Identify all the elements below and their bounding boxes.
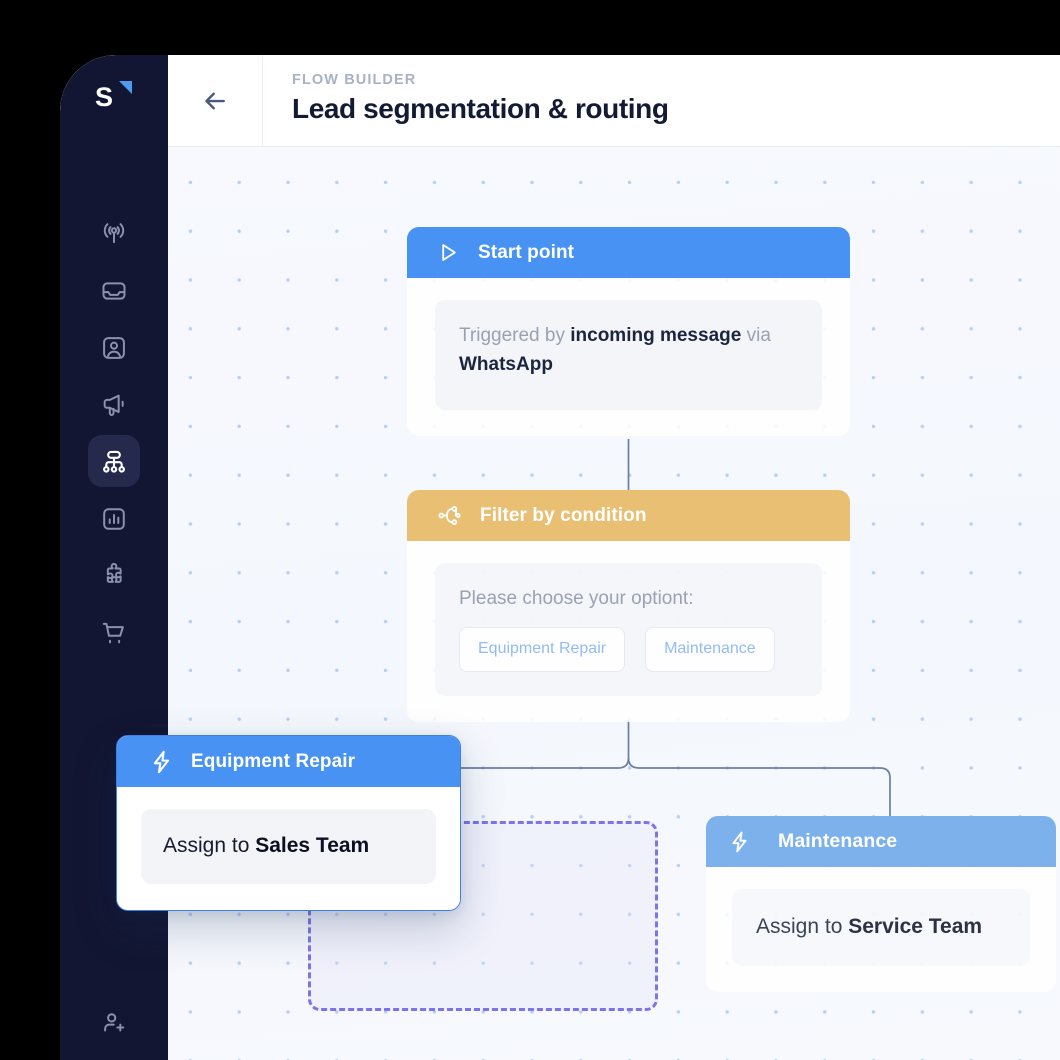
node-maintenance-header: Maintenance [706, 816, 1056, 867]
connector-filter-to-maintenance [627, 757, 891, 819]
start-text-mid: via [741, 325, 771, 346]
node-filter-title: Filter by condition [480, 504, 647, 526]
lightning-icon [732, 831, 747, 852]
contact-card-icon [103, 336, 125, 359]
node-equipment-repair-body: Assign to Sales Team [117, 787, 460, 910]
app-logo[interactable]: S [60, 55, 168, 145]
page-header: FLOW BUILDER Lead segmentation & routing [168, 55, 1060, 147]
node-equipment-repair[interactable]: Equipment Repair Assign to Sales Team [116, 735, 461, 911]
sidebar-item-analytics[interactable] [60, 490, 168, 547]
start-text-strong-2: WhatsApp [459, 354, 553, 376]
node-maintenance[interactable]: Maintenance Assign to Service Team [706, 816, 1056, 992]
sidebar-item-flow-builder[interactable] [60, 433, 168, 490]
node-filter-options: Equipment Repair Maintenance [459, 627, 798, 673]
node-equipment-repair-action: Assign to Sales Team [141, 809, 436, 884]
equipment-text-prefix: Assign to [163, 834, 256, 857]
maintenance-text-strong: Service Team [848, 915, 983, 938]
sidebar-item-campaigns[interactable] [60, 376, 168, 433]
equipment-text-strong: Sales Team [255, 834, 370, 857]
analytics-icon [103, 507, 125, 530]
inbox-icon [102, 281, 126, 300]
node-filter-prompt: Please choose your optiont: [459, 588, 694, 609]
flow-canvas[interactable]: Start point Triggered by incoming messag… [168, 147, 1060, 1060]
node-filter-body: Please choose your optiont: Equipment Re… [407, 541, 850, 723]
option-chip-equipment-repair[interactable]: Equipment Repair [459, 627, 626, 673]
sidebar-item-add-user[interactable] [60, 994, 168, 1052]
start-text-strong-1: incoming message [570, 325, 742, 346]
node-start-title: Start point [478, 241, 575, 263]
node-equipment-repair-header[interactable]: Equipment Repair [117, 736, 460, 787]
flow-builder-icon [103, 450, 125, 473]
node-filter-by-condition[interactable]: Filter by condition Please choose your o… [407, 490, 850, 723]
arrow-left-icon [205, 92, 225, 109]
header-text-group: FLOW BUILDER Lead segmentation & routing [292, 72, 669, 125]
shopping-cart-icon [102, 622, 124, 643]
node-start-body: Triggered by incoming message via WhatsA… [407, 278, 850, 436]
maintenance-text-prefix: Assign to [756, 915, 849, 938]
node-maintenance-body: Assign to Service Team [706, 867, 1056, 992]
node-filter-prompt-block: Please choose your optiont: Equipment Re… [435, 563, 822, 697]
start-text-prefix: Triggered by [459, 325, 571, 346]
triangle-accent-icon [119, 81, 132, 94]
sidebar-item-integrations[interactable] [60, 547, 168, 604]
sidebar-nav [60, 205, 168, 661]
lightning-icon [153, 750, 170, 773]
megaphone-icon [103, 394, 124, 416]
sidebar-item-commerce[interactable] [60, 604, 168, 661]
connector-filter-to-equipment [440, 757, 630, 819]
node-equipment-repair-title: Equipment Repair [191, 750, 356, 772]
node-start-message: Triggered by incoming message via WhatsA… [435, 300, 822, 410]
sidebar-item-broadcast[interactable] [60, 205, 168, 262]
back-button[interactable] [168, 55, 263, 146]
add-user-icon [104, 1013, 125, 1032]
branch-icon [438, 505, 461, 526]
node-start-header: Start point [407, 227, 850, 278]
node-maintenance-action: Assign to Service Team [732, 889, 1030, 966]
sidebar-item-contacts[interactable] [60, 319, 168, 376]
sidebar-item-inbox[interactable] [60, 262, 168, 319]
breadcrumb: FLOW BUILDER [292, 72, 417, 88]
broadcast-icon [103, 222, 125, 243]
option-chip-maintenance[interactable]: Maintenance [645, 627, 775, 673]
logo-letter: S [95, 82, 113, 112]
node-filter-header: Filter by condition [407, 490, 850, 541]
node-start-point[interactable]: Start point Triggered by incoming messag… [407, 227, 850, 436]
node-maintenance-title: Maintenance [778, 830, 898, 852]
page-title: Lead segmentation & routing [292, 93, 669, 124]
integrations-icon [106, 562, 122, 583]
play-icon [442, 244, 456, 261]
